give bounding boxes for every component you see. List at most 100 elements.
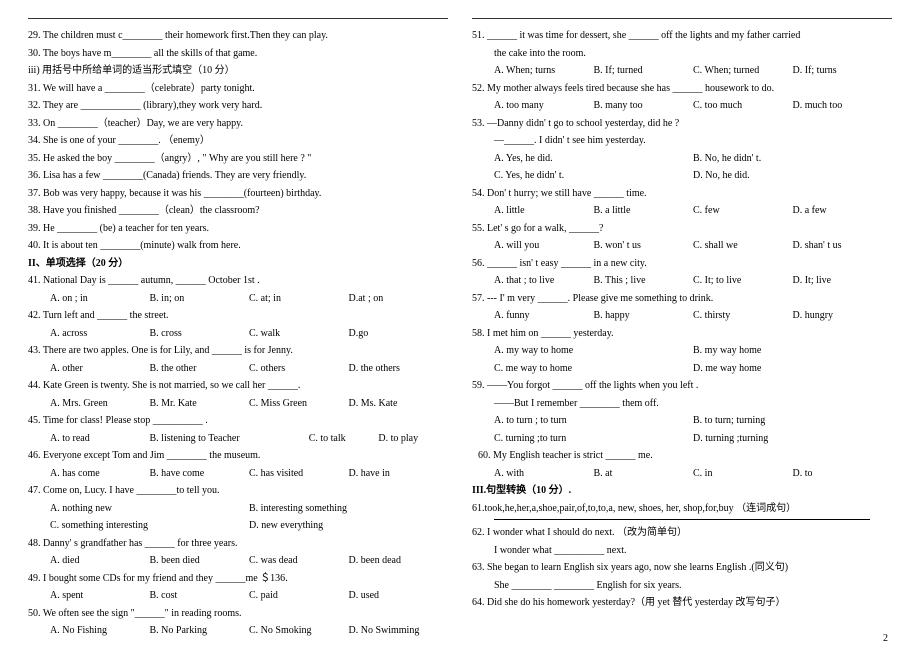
q62-line1: 62. I wonder what I should do next. （改为简…: [472, 524, 892, 542]
top-rule-right: [472, 18, 892, 19]
q44-c: C. Miss Green: [249, 395, 349, 413]
q49-b: B. cost: [150, 587, 250, 605]
q38: 38. Have you finished ________（clean）the…: [28, 202, 448, 220]
q47-d: D. new everything: [249, 517, 448, 535]
q33: 33. On ________（teacher）Day, we are very…: [28, 115, 448, 133]
q60-c: C. in: [693, 465, 793, 483]
q44: 44. Kate Green is twenty. She is not mar…: [28, 377, 448, 395]
q49: 49. I bought some CDs for my friend and …: [28, 570, 448, 588]
q58-d: D. me way home: [693, 360, 892, 378]
q50-d: D. No Swimming: [349, 622, 449, 640]
q43-c: C. others: [249, 360, 349, 378]
q59-a: A. to turn ; to turn: [494, 412, 693, 430]
q41-d: D.at ; on: [349, 290, 449, 308]
q44-options: A. Mrs. Green B. Mr. Kate C. Miss Green …: [28, 395, 448, 413]
q53-a: A. Yes, he did.: [494, 150, 693, 168]
q43: 43. There are two apples. One is for Lil…: [28, 342, 448, 360]
q35: 35. He asked the boy ________（angry）, " …: [28, 150, 448, 168]
q47: 47. Come on, Lucy. I have ________to tel…: [28, 482, 448, 500]
q63-line1: 63. She began to learn English six years…: [472, 559, 892, 577]
q49-a: A. spent: [50, 587, 150, 605]
q45-options: A. to read B. listening to Teacher C. to…: [28, 430, 448, 448]
q43-b: B. the other: [150, 360, 250, 378]
section-III-head: III.句型转换（10 分）.: [472, 482, 892, 500]
q59-options-1: A. to turn ; to turn B. to turn; turning: [472, 412, 892, 430]
q42-d: D.go: [349, 325, 449, 343]
q61-answer-line: [494, 519, 870, 520]
q55-options: A. will you B. won' t us C. shall we D. …: [472, 237, 892, 255]
q54-c: C. few: [693, 202, 793, 220]
q46-b: B. have come: [150, 465, 250, 483]
q48-options: A. died B. been died C. was dead D. been…: [28, 552, 448, 570]
q52: 52. My mother always feels tired because…: [472, 80, 892, 98]
q58-c: C. me way to home: [494, 360, 693, 378]
q44-b: B. Mr. Kate: [150, 395, 250, 413]
q44-d: D. Ms. Kate: [349, 395, 449, 413]
q40: 40. It is about ten ________(minute) wal…: [28, 237, 448, 255]
q60-options: A. with B. at C. in D. to: [472, 465, 892, 483]
q57-options: A. funny B. happy C. thirsty D. hungry: [472, 307, 892, 325]
q60: 60. My English teacher is strict ______ …: [472, 447, 892, 465]
q51-a: A. When; turns: [494, 62, 594, 80]
q47-options-1: A. nothing new B. interesting something: [28, 500, 448, 518]
q57: 57. --- I' m very ______. Please give me…: [472, 290, 892, 308]
q46-c: C. has visited: [249, 465, 349, 483]
q54-d: D. a few: [793, 202, 893, 220]
q47-options-2: C. something interesting D. new everythi…: [28, 517, 448, 535]
q41-a: A. on ; in: [50, 290, 150, 308]
q53-options-1: A. Yes, he did. B. No, he didn' t.: [472, 150, 892, 168]
q62-line2: I wonder what __________ next.: [472, 542, 892, 560]
q59-d: D. turning ;turning: [693, 430, 892, 448]
q59-b: B. to turn; turning: [693, 412, 892, 430]
q49-options: A. spent B. cost C. paid D. used: [28, 587, 448, 605]
q56-b: B. This ; live: [594, 272, 694, 290]
q56-a: A. that ; to live: [494, 272, 594, 290]
q45-b: B. listening to Teacher: [150, 430, 309, 448]
q60-b: B. at: [594, 465, 694, 483]
q48-c: C. was dead: [249, 552, 349, 570]
q56-options: A. that ; to live B. This ; live C. It; …: [472, 272, 892, 290]
q51-line1: 51. ______ it was time for dessert, she …: [472, 27, 892, 45]
q50-a: A. No Fishing: [50, 622, 150, 640]
q60-a: A. with: [494, 465, 594, 483]
q48: 48. Danny' s grandfather has ______ for …: [28, 535, 448, 553]
q34: 34. She is one of your ________. （enemy）: [28, 132, 448, 150]
q46-options: A. has come B. have come C. has visited …: [28, 465, 448, 483]
q30: 30. The boys have m________ all the skil…: [28, 45, 448, 63]
q31: 31. We will have a ________（celebrate）pa…: [28, 80, 448, 98]
q58-options-1: A. my way to home B. my way home: [472, 342, 892, 360]
q57-d: D. hungry: [793, 307, 893, 325]
q59-line1: 59. ——You forgot ______ off the lights w…: [472, 377, 892, 395]
q53-c: C. Yes, he didn' t.: [494, 167, 693, 185]
q42-options: A. across B. cross C. walk D.go: [28, 325, 448, 343]
q58-b: B. my way home: [693, 342, 892, 360]
q43-options: A. other B. the other C. others D. the o…: [28, 360, 448, 378]
q52-c: C. too much: [693, 97, 793, 115]
q45: 45. Time for class! Please stop ________…: [28, 412, 448, 430]
q59-options-2: C. turning ;to turn D. turning ;turning: [472, 430, 892, 448]
q59-line2: ——But I remember ________ them off.: [472, 395, 892, 413]
q64: 64. Did she do his homework yesterday?（用…: [472, 594, 892, 612]
q53-b: B. No, he didn' t.: [693, 150, 892, 168]
q39: 39. He ________ (be) a teacher for ten y…: [28, 220, 448, 238]
q54: 54. Don' t hurry; we still have ______ t…: [472, 185, 892, 203]
q52-b: B. many too: [594, 97, 694, 115]
q45-d: D. to play: [378, 430, 448, 448]
q46-a: A. has come: [50, 465, 150, 483]
q57-c: C. thirsty: [693, 307, 793, 325]
section-II-head: II、单项选择（20 分）: [28, 255, 448, 273]
page-number: 2: [883, 633, 888, 644]
q56: 56. ______ isn' t easy ______ in a new c…: [472, 255, 892, 273]
q52-a: A. too many: [494, 97, 594, 115]
q42-b: B. cross: [150, 325, 250, 343]
q52-options: A. too many B. many too C. too much D. m…: [472, 97, 892, 115]
q50-b: B. No Parking: [150, 622, 250, 640]
right-column: 51. ______ it was time for dessert, she …: [472, 18, 892, 640]
q46-d: D. have in: [349, 465, 449, 483]
q58-options-2: C. me way to home D. me way home: [472, 360, 892, 378]
q55-a: A. will you: [494, 237, 594, 255]
q29: 29. The children must c________ their ho…: [28, 27, 448, 45]
q42-a: A. across: [50, 325, 150, 343]
q37: 37. Bob was very happy, because it was h…: [28, 185, 448, 203]
q60-d: D. to: [793, 465, 893, 483]
